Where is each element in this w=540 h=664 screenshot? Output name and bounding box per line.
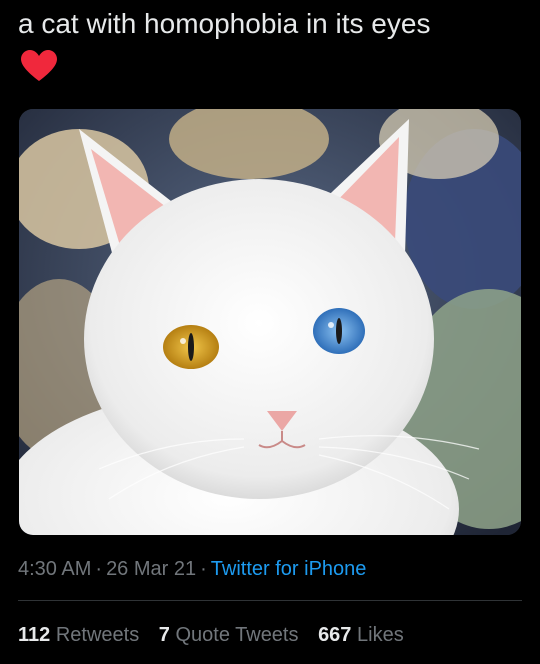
- likes-label: Likes: [357, 624, 404, 646]
- likes-count: 667: [318, 624, 352, 646]
- quote-tweets-label: Quote Tweets: [175, 624, 299, 646]
- likes-stat[interactable]: 667 Likes: [318, 624, 404, 646]
- tweet-source-link[interactable]: Twitter for iPhone: [211, 558, 367, 580]
- meta-separator: ·: [95, 558, 103, 580]
- quote-tweets-count: 7: [158, 624, 170, 646]
- meta-separator: ·: [200, 558, 207, 580]
- divider: [18, 600, 522, 601]
- tweet-meta: 4:30 AM · 26 Mar 21 · Twitter for iPhone: [18, 556, 366, 582]
- retweets-label: Retweets: [55, 624, 140, 646]
- tweet-date[interactable]: 26 Mar 21: [106, 558, 196, 580]
- tweet-text: a cat with homophobia in its eyes: [18, 8, 431, 39]
- heart-icon: [21, 50, 57, 81]
- retweets-stat[interactable]: 112 Retweets: [18, 624, 139, 646]
- tweet-time[interactable]: 4:30 AM: [18, 558, 91, 580]
- cat-photo-image: [19, 109, 521, 535]
- tweet-photo[interactable]: [19, 109, 521, 535]
- quote-tweets-stat[interactable]: 7 Quote Tweets: [159, 624, 299, 646]
- tweet-stats: 112 Retweets 7 Quote Tweets 667 Likes: [18, 622, 418, 648]
- retweets-count: 112: [18, 624, 51, 646]
